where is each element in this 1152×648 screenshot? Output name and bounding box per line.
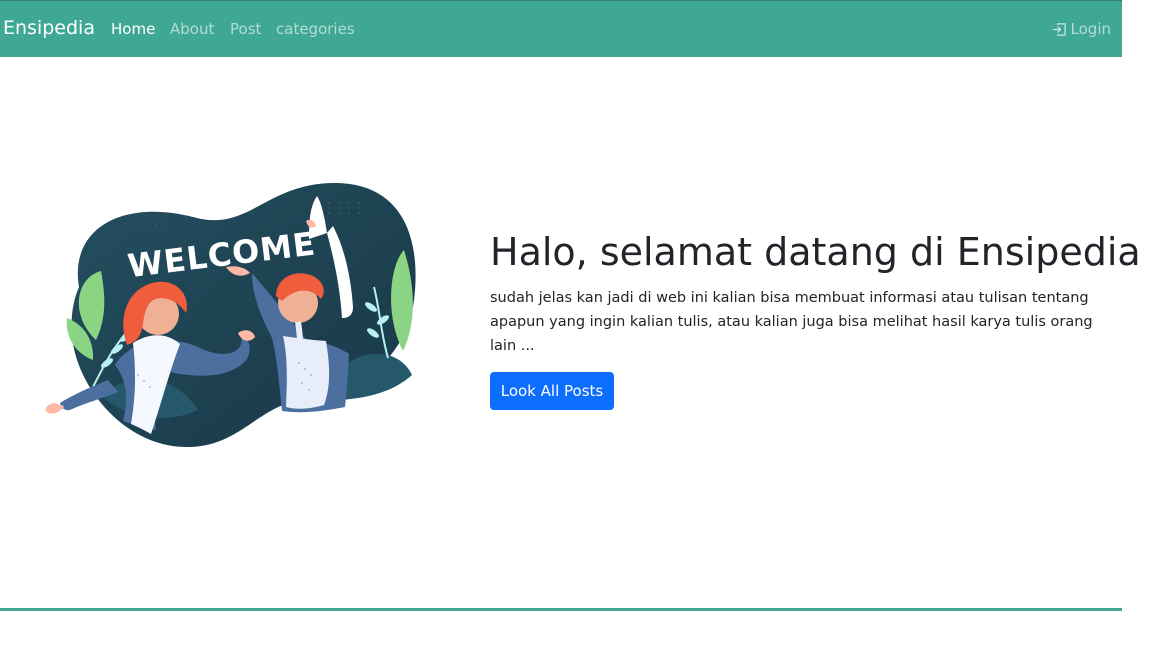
- nav-home-link[interactable]: Home: [111, 20, 155, 38]
- nav-post-link[interactable]: Post: [230, 20, 261, 38]
- brand-link[interactable]: Ensipedia: [3, 17, 95, 39]
- nav-about-link[interactable]: About: [170, 20, 214, 38]
- hero-copy: Halo, selamat datang di Ensipedia sudah …: [490, 230, 1141, 358]
- look-all-posts-button[interactable]: Look All Posts: [490, 372, 614, 410]
- bottom-divider: [0, 608, 1122, 611]
- login-link[interactable]: Login: [1052, 20, 1111, 38]
- nav-categories-link[interactable]: categories: [276, 20, 355, 38]
- hero-title: Halo, selamat datang di Ensipedia: [490, 230, 1141, 274]
- welcome-illustration: WELCOME: [40, 175, 425, 450]
- hero-description: sudah jelas kan jadi di web ini kalian b…: [490, 289, 1093, 354]
- login-icon: [1052, 22, 1067, 37]
- login-label: Login: [1070, 20, 1111, 38]
- page: Ensipedia Home About Post categories Log…: [0, 0, 1152, 648]
- top-navbar: Ensipedia Home About Post categories Log…: [0, 0, 1122, 57]
